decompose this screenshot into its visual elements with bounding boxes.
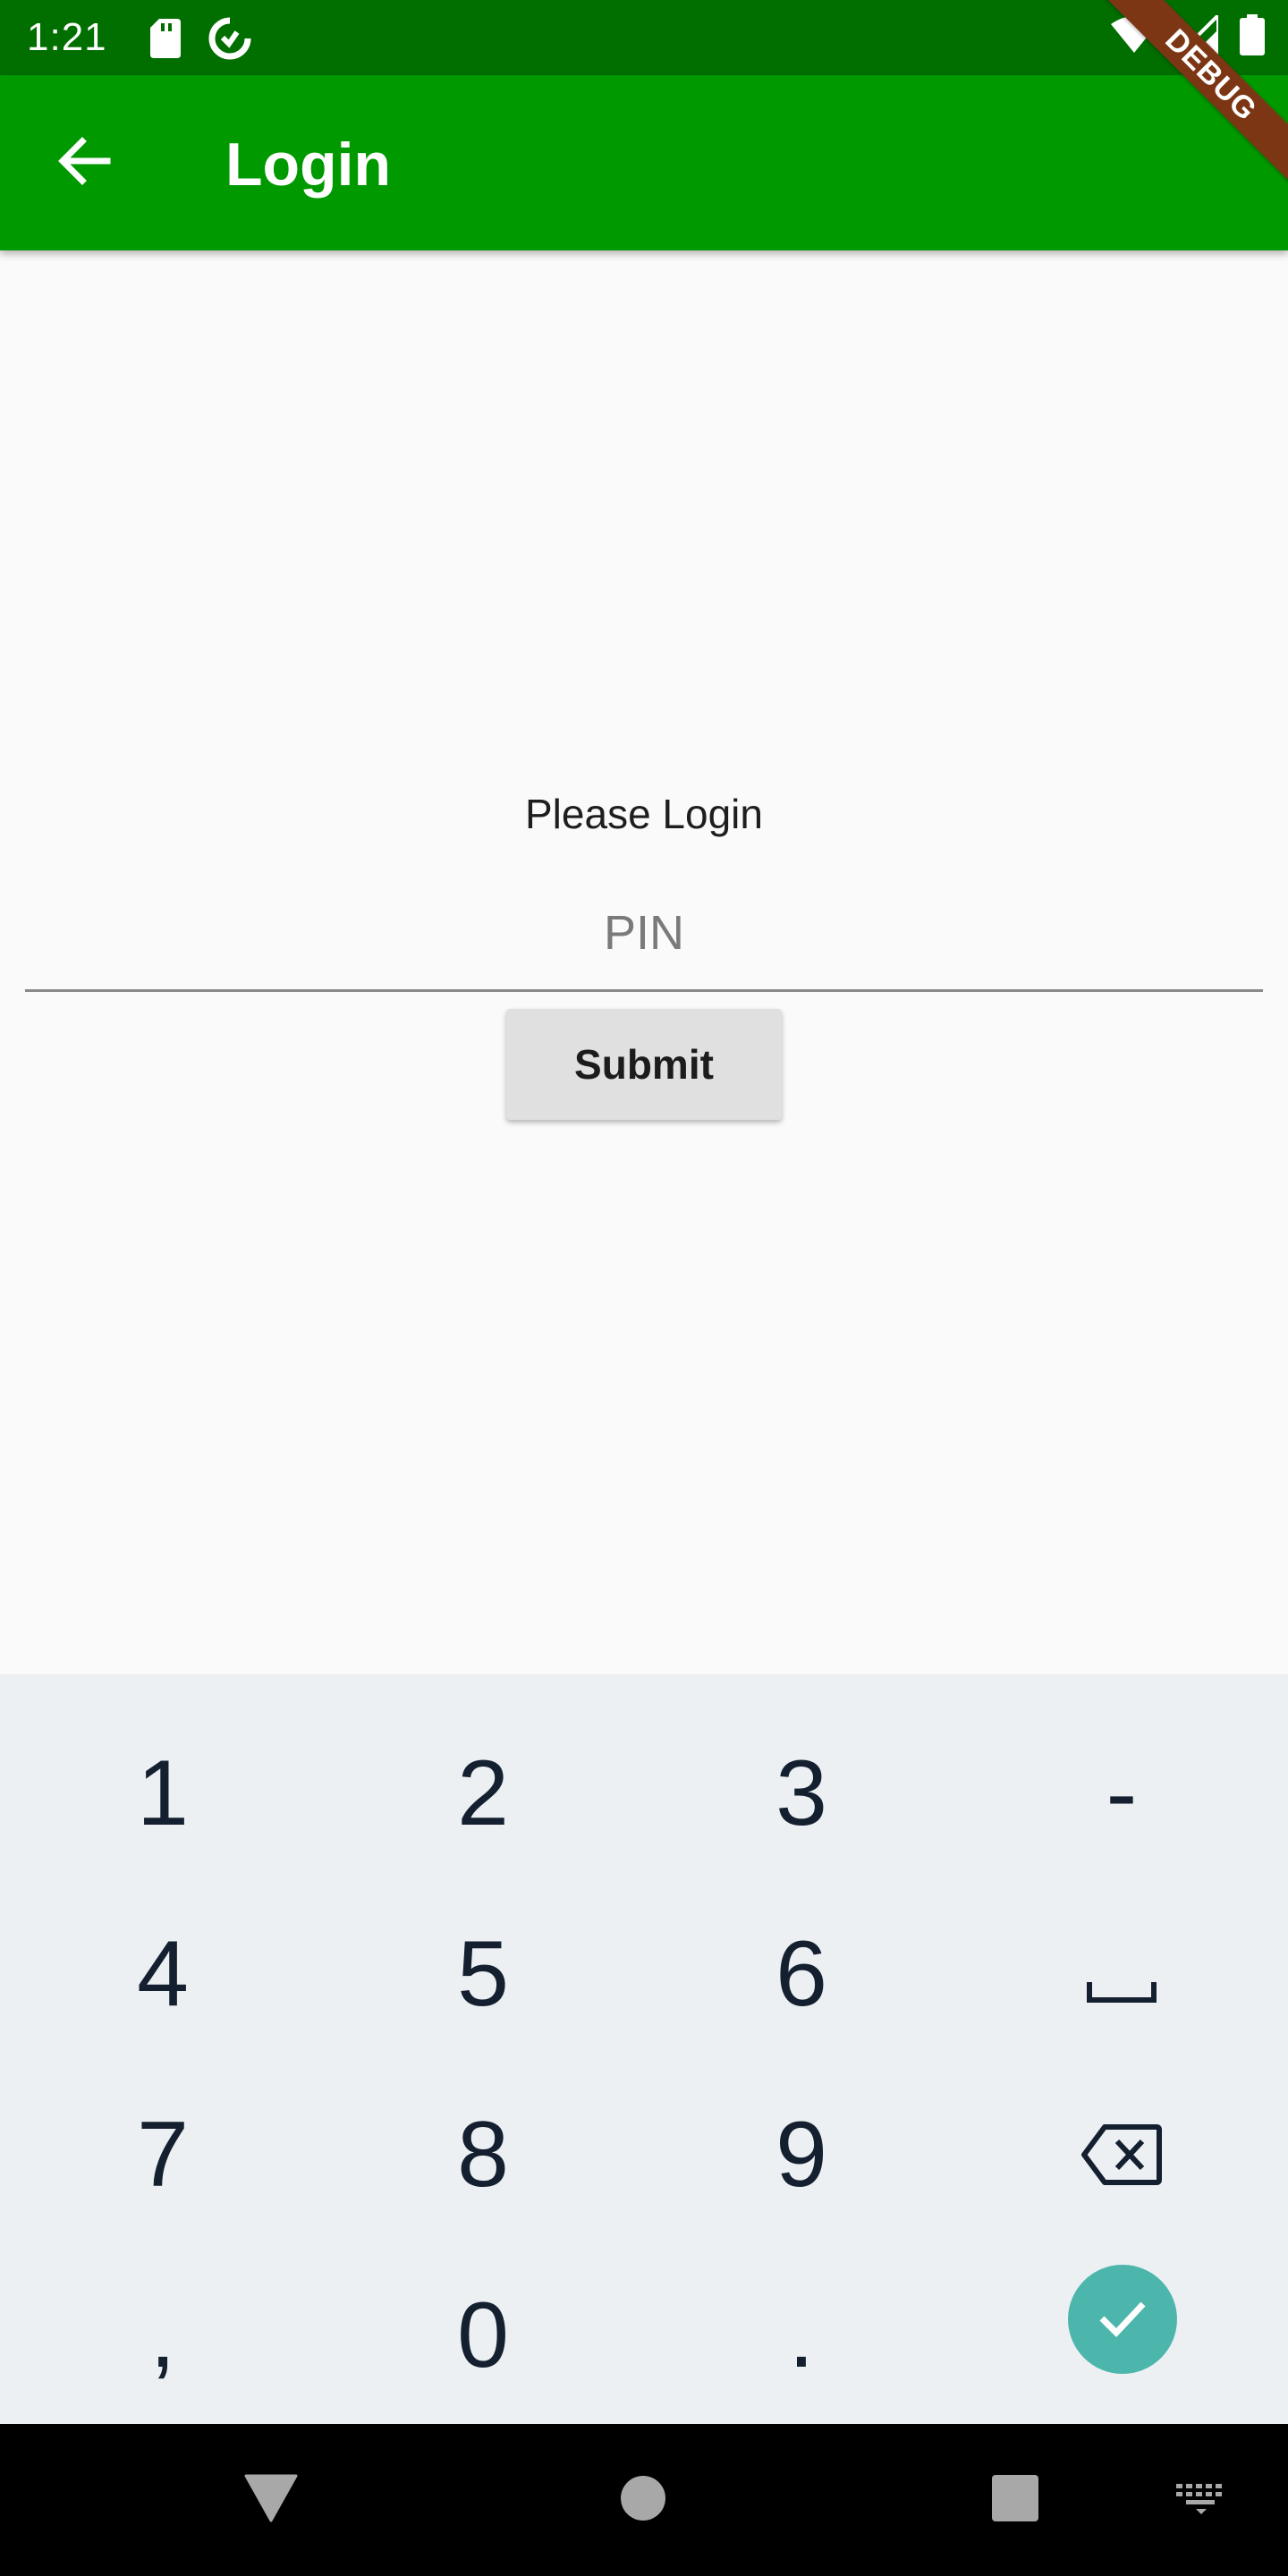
status-bar: 1:21 bbox=[0, 0, 1288, 75]
key-2[interactable]: 2 bbox=[324, 1703, 642, 1884]
key-period[interactable]: . bbox=[642, 2245, 961, 2426]
key-comma[interactable]: , bbox=[4, 2245, 322, 2426]
key-dash[interactable]: - bbox=[962, 1703, 1281, 1884]
login-prompt: Please Login bbox=[525, 791, 763, 837]
pin-field bbox=[25, 877, 1263, 992]
key-7[interactable]: 7 bbox=[4, 2064, 322, 2245]
numeric-keyboard: 1 2 3 - 4 5 6 7 8 9 , 0 . bbox=[0, 1674, 1288, 2424]
app-bar: Login bbox=[0, 75, 1288, 250]
login-screen: 1:21 Login DEBUG Please Login PIN Submit… bbox=[0, 0, 1288, 2576]
status-time: 1:21 bbox=[27, 15, 107, 59]
page-title: Login bbox=[225, 131, 392, 199]
nav-home-button[interactable] bbox=[603, 2460, 683, 2540]
done-key[interactable] bbox=[1068, 2265, 1177, 2374]
submit-button[interactable]: Submit bbox=[506, 1009, 782, 1120]
back-button[interactable] bbox=[41, 120, 127, 206]
arrow-back-icon bbox=[55, 132, 113, 194]
battery-icon bbox=[1240, 14, 1265, 60]
key-4[interactable]: 4 bbox=[4, 1884, 322, 2064]
key-3[interactable]: 3 bbox=[642, 1703, 961, 1884]
key-5[interactable]: 5 bbox=[324, 1884, 642, 2064]
keyboard-switch-button[interactable] bbox=[1161, 2460, 1241, 2540]
nav-recents-button[interactable] bbox=[975, 2460, 1055, 2540]
key-9[interactable]: 9 bbox=[642, 2064, 961, 2245]
back-triangle-icon bbox=[244, 2474, 298, 2527]
navigation-bar bbox=[0, 2424, 1288, 2576]
data-saver-icon bbox=[208, 16, 252, 65]
nav-back-button[interactable] bbox=[231, 2460, 311, 2540]
key-backspace[interactable] bbox=[962, 2064, 1281, 2245]
pin-input[interactable] bbox=[25, 877, 1263, 989]
home-circle-icon bbox=[619, 2474, 667, 2527]
done-icon bbox=[1093, 2288, 1152, 2351]
key-0[interactable]: 0 bbox=[324, 2245, 642, 2426]
key-8[interactable]: 8 bbox=[324, 2064, 642, 2245]
key-6[interactable]: 6 bbox=[642, 1884, 961, 2064]
status-left-icons bbox=[150, 16, 252, 65]
sd-card-icon bbox=[150, 19, 181, 63]
key-space[interactable] bbox=[962, 1884, 1281, 2064]
backspace-icon bbox=[1081, 2102, 1162, 2208]
recents-square-icon bbox=[991, 2474, 1039, 2527]
keyboard-switch-icon bbox=[1174, 2480, 1228, 2521]
space-icon bbox=[1086, 1921, 1157, 2028]
key-1[interactable]: 1 bbox=[4, 1703, 322, 1884]
login-form: Please Login Submit bbox=[0, 250, 1288, 1674]
